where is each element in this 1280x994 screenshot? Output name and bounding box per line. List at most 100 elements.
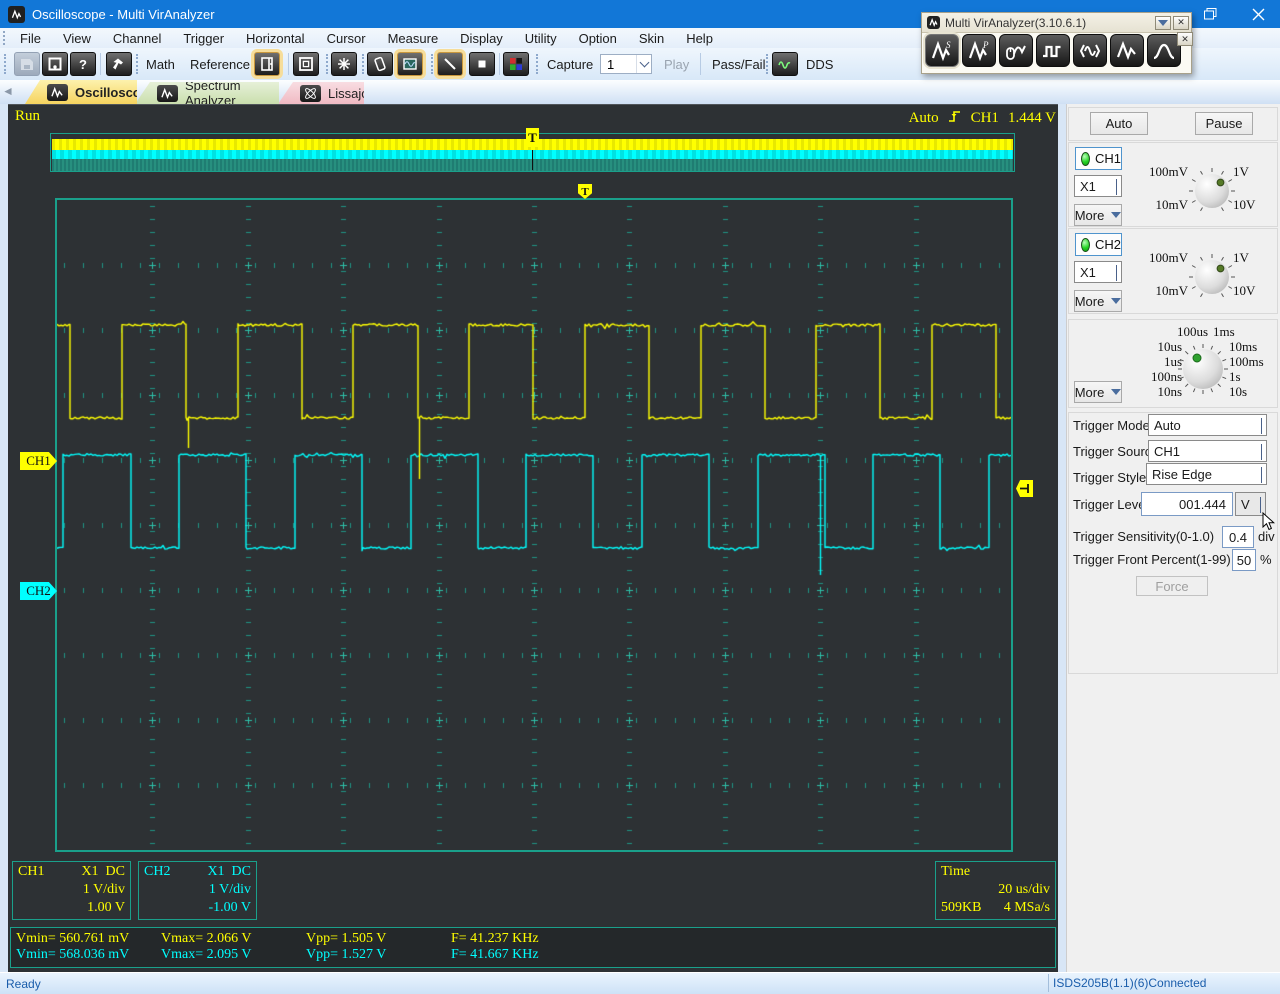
ch2-info-box: CH2 X1 DC 1 V/div -1.00 V [138, 861, 257, 920]
capture-select[interactable]: 1 [600, 54, 652, 74]
tool-icon[interactable] [106, 52, 132, 76]
force-button[interactable]: Force [1136, 576, 1208, 596]
ch2-volts-knob[interactable] [1188, 253, 1236, 301]
right-gutter [1058, 104, 1066, 972]
waveform-canvas [57, 200, 1011, 850]
menu-utility[interactable]: Utility [514, 29, 568, 48]
oscilloscope-s-icon[interactable]: S [925, 34, 959, 67]
ch1-volts-knob[interactable] [1188, 167, 1236, 215]
pause-button[interactable]: Pause [1195, 112, 1253, 135]
play-button[interactable]: Play [658, 52, 695, 76]
float-window-dropdown-button[interactable] [1155, 15, 1171, 30]
trigger-sensitivity-value: 0.4 [1228, 529, 1248, 545]
wave-arrows-icon[interactable] [1073, 34, 1107, 67]
dds-button[interactable]: DDS [800, 52, 839, 76]
float-toolbar-close-button[interactable]: ✕ [1177, 32, 1193, 46]
chevron-down-icon [1260, 496, 1261, 513]
overview-trigger-marker[interactable]: T [526, 128, 539, 147]
menu-skin[interactable]: Skin [628, 29, 675, 48]
passfail-button[interactable]: Pass/Fail [706, 52, 771, 76]
ch2-vpp: Vpp= 1.527 V [306, 947, 387, 962]
trigger-level-input[interactable]: 001.444 [1141, 492, 1233, 516]
square-wave-icon[interactable] [1036, 34, 1070, 67]
tb-label-10us: 10us [1157, 339, 1182, 354]
chevron-down-icon [1261, 443, 1262, 460]
ch2-scale: 1 V/div [208, 882, 251, 897]
device-icon[interactable] [367, 52, 393, 76]
trigger-source-select[interactable]: CH1 [1148, 440, 1267, 462]
dds-wave-icon[interactable] [772, 52, 798, 76]
ch1-led-icon [1081, 151, 1090, 166]
capture-label: Capture [547, 56, 594, 72]
screen-wave-icon[interactable] [397, 52, 423, 76]
menu-horizontal[interactable]: Horizontal [235, 29, 316, 48]
panel-toggle-icon[interactable] [254, 52, 280, 76]
trigger-source-value: CH1 [1154, 443, 1181, 459]
tab-oscilloscope[interactable]: Oscilloscope [25, 80, 137, 104]
tb-label-100ns: 100ns [1150, 369, 1182, 384]
ch1-info-box: CH1 X1 DC 1 V/div 1.00 V [12, 861, 131, 920]
snapshot-icon[interactable] [42, 52, 68, 76]
chevron-down-icon [1261, 466, 1262, 483]
ch2-more-button[interactable]: More [1074, 290, 1122, 312]
menu-channel[interactable]: Channel [102, 29, 172, 48]
ch2-vmax: Vmax= 2.095 V [161, 947, 252, 962]
trigger-mode-select[interactable]: Auto [1148, 414, 1267, 436]
math-button[interactable]: Math [140, 52, 181, 76]
ch1-probe-select[interactable]: X1 [1074, 175, 1122, 197]
tb-label-10ms: 10ms [1229, 339, 1258, 354]
ch2-enable-button[interactable]: CH2 [1075, 233, 1122, 256]
tb-label-1us: 1us [1163, 354, 1182, 369]
overview-trigger-line [532, 150, 533, 170]
help-icon[interactable]: ? [70, 52, 96, 76]
waveform-icon[interactable] [1110, 34, 1144, 67]
timebase-knob[interactable] [1176, 342, 1230, 396]
spectrum-p-icon[interactable]: P [962, 34, 996, 67]
menu-help[interactable]: Help [675, 29, 724, 48]
menu-measure[interactable]: Measure [377, 29, 450, 48]
menu-display[interactable]: Display [449, 29, 514, 48]
line-icon[interactable] [437, 52, 463, 76]
chevron-down-icon [1261, 417, 1262, 434]
ch1-offset: 1.00 V [87, 900, 125, 915]
spectrum-icon [157, 84, 178, 102]
run-status: Run [15, 108, 41, 124]
toolbar-separator [700, 53, 701, 75]
trigger-sensitivity-input[interactable]: 0.4 [1222, 526, 1254, 548]
frame-icon[interactable] [293, 52, 319, 76]
trigger-sensitivity-label: Trigger Sensitivity(0-1.0) [1073, 529, 1215, 544]
tab-lissajous[interactable]: Lissajous [278, 82, 364, 104]
filter-curve-icon[interactable] [1147, 34, 1181, 67]
float-window-titlebar[interactable]: Multi VirAnalyzer(3.10.6.1) ✕ [922, 13, 1191, 33]
autoset-icon[interactable] [331, 52, 357, 76]
trigger-front-input[interactable]: 50 [1232, 549, 1256, 571]
tab-scroll-left-icon[interactable]: ◄ [2, 84, 14, 98]
close-window-button[interactable] [1236, 0, 1280, 28]
trigger-sensitivity-unit: div [1258, 529, 1275, 544]
menu-trigger[interactable]: Trigger [172, 29, 235, 48]
trigger-mode-readout: Auto [908, 109, 939, 126]
menu-file[interactable]: File [9, 29, 52, 48]
time-info-box: Time 20 us/div 509KB 4 MSa/s [935, 861, 1056, 920]
ch2-probe-select[interactable]: X1 [1074, 261, 1122, 283]
toolbar-grip [326, 54, 328, 74]
trigger-level-unit: V [1241, 496, 1250, 512]
timebase-more-button[interactable]: More [1074, 381, 1122, 403]
trigger-level-readout: 1.444 V [1007, 109, 1056, 126]
restore-window-button[interactable] [1188, 0, 1232, 28]
mouse-wave-icon[interactable] [999, 34, 1033, 67]
reference-button[interactable]: Reference [184, 52, 256, 76]
ch1-freq: F= 41.237 KHz [451, 931, 539, 946]
float-window-close-button[interactable]: ✕ [1173, 15, 1189, 30]
colors-icon[interactable] [503, 52, 529, 76]
menu-option[interactable]: Option [568, 29, 628, 48]
stop-icon[interactable] [469, 52, 495, 76]
tab-spectrum-analyzer[interactable]: Spectrum Analyzer [135, 82, 279, 104]
ch1-enable-button[interactable]: CH1 [1075, 147, 1122, 170]
menu-cursor[interactable]: Cursor [316, 29, 377, 48]
save-icon[interactable] [14, 52, 40, 76]
auto-button[interactable]: Auto [1090, 112, 1148, 135]
ch1-more-button[interactable]: More [1074, 204, 1122, 226]
trigger-style-select[interactable]: Rise Edge [1146, 463, 1267, 485]
menu-view[interactable]: View [52, 29, 102, 48]
